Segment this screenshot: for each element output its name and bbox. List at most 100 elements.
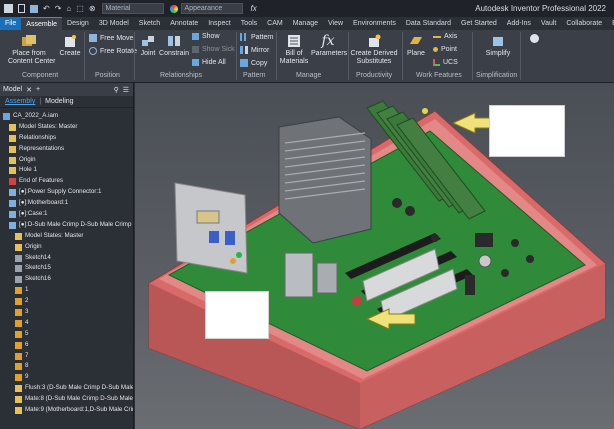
home-icon[interactable]: ⌂	[66, 4, 71, 13]
tree-item[interactable]: 7	[0, 351, 133, 362]
model-tab[interactable]: Model	[3, 86, 22, 93]
tree-item[interactable]: [●]:D-Sub Male Crimp D-Sub Male Crimp 9	[0, 220, 133, 231]
tab-vault[interactable]: Vault	[536, 17, 561, 30]
select-icon[interactable]: ⬚	[76, 4, 84, 13]
tab-file[interactable]: File	[0, 17, 22, 30]
hide-all-button[interactable]: Hide All	[192, 59, 226, 66]
create-derived-substitutes-button[interactable]: Create Derived Substitutes	[350, 34, 398, 66]
tree-item[interactable]: 4	[0, 318, 133, 329]
save-icon[interactable]	[30, 4, 38, 13]
tree-item-icon	[15, 374, 22, 382]
menu-icon[interactable]: ☰	[123, 86, 129, 94]
tree-item[interactable]: Flush:3 (D-Sub Male Crimp D-Sub Male	[0, 383, 133, 394]
point-button[interactable]: Point	[433, 46, 457, 53]
tab-assemble[interactable]: Assemble	[21, 17, 63, 30]
ribbon-options-icon[interactable]	[530, 34, 539, 43]
joint-button[interactable]: Joint	[138, 34, 158, 58]
simplify-button[interactable]: Simplify	[483, 34, 513, 58]
tree-item[interactable]: Sketch14	[0, 253, 133, 264]
tab-ele[interactable]: Ele	[607, 17, 614, 30]
tab-data-standard[interactable]: Data Standard	[401, 17, 456, 30]
tree-item[interactable]: Model States: Master	[0, 122, 133, 133]
ucs-label: UCS	[443, 59, 458, 66]
tree-item-label: 3	[25, 308, 29, 316]
redo-icon[interactable]: ↷	[55, 4, 62, 13]
tree-item[interactable]: [●]:Motherboard:1	[0, 198, 133, 209]
undo-icon[interactable]: ↶	[43, 4, 50, 13]
pattern-button[interactable]: Pattern	[240, 33, 274, 41]
tab-cam[interactable]: CAM	[262, 17, 288, 30]
tree-item[interactable]: 8	[0, 361, 133, 372]
tree-item-label: End of Features	[19, 177, 64, 185]
assembly-subtab[interactable]: Assembly	[5, 98, 35, 105]
modeling-subtab[interactable]: Modeling	[45, 98, 73, 105]
tree-item-label: 8	[25, 362, 29, 370]
tree-item[interactable]: Origin	[0, 155, 133, 166]
mirror-button[interactable]: Mirror	[240, 46, 269, 54]
ucs-button[interactable]: UCS	[433, 59, 458, 66]
graphics-viewport[interactable]	[135, 83, 614, 429]
material-select[interactable]: Material	[101, 3, 164, 14]
show-sick-button[interactable]: Show Sick	[192, 46, 235, 53]
show-button[interactable]: Show	[192, 33, 220, 40]
tab-environments[interactable]: Environments	[348, 17, 401, 30]
tree-item-label: Model States: Master	[25, 231, 84, 239]
bill-of-materials-button[interactable]: Bill of Materials	[279, 34, 309, 66]
position-group-label: Position	[95, 72, 120, 79]
tab-add-ins[interactable]: Add-Ins	[502, 17, 536, 30]
tree-item[interactable]: Relationships	[0, 133, 133, 144]
tab-get-started[interactable]: Get Started	[456, 17, 502, 30]
io-shield	[174, 182, 248, 274]
tree-item[interactable]: 9	[0, 372, 133, 383]
tree-item[interactable]: Origin	[0, 242, 133, 253]
tree-item-icon	[15, 363, 22, 371]
tab-collaborate[interactable]: Collaborate	[561, 17, 607, 30]
search-icon[interactable]: ⚲	[114, 86, 119, 94]
constrain-button[interactable]: Constrain	[159, 34, 189, 58]
cancel-icon[interactable]: ⊗	[89, 4, 96, 13]
tree-item-icon	[15, 276, 22, 284]
app-menu-icon[interactable]	[4, 4, 13, 13]
tree-item[interactable]: Sketch15	[0, 263, 133, 274]
browser-subtabs: Assembly | Modeling	[0, 96, 133, 108]
place-from-content-center-button[interactable]: Place from Content Center	[8, 34, 55, 66]
tree-item[interactable]: Model States: Master	[0, 231, 133, 242]
tree-item[interactable]: 3	[0, 307, 133, 318]
tree-item[interactable]: Hole 1	[0, 165, 133, 176]
tab-inspect[interactable]: Inspect	[203, 17, 236, 30]
tree-item[interactable]: Mate:9 (Motherboard:1,D-Sub Male Crimp	[0, 405, 133, 416]
axis-label: Axis	[444, 33, 458, 40]
tab-sketch[interactable]: Sketch	[134, 17, 165, 30]
fx-icon[interactable]: fx	[251, 4, 257, 13]
tab-manage[interactable]: Manage	[288, 17, 323, 30]
tree-item[interactable]: CA_2022_A.iam	[0, 111, 133, 122]
tree-item[interactable]: [●]:Power Supply Connector:1	[0, 187, 133, 198]
parameters-button[interactable]: fx Parameters	[311, 34, 347, 58]
close-icon[interactable]: ✕	[26, 86, 32, 94]
tree-item[interactable]: 5	[0, 329, 133, 340]
free-move-button[interactable]: Free Move	[89, 34, 133, 42]
free-rotate-button[interactable]: Free Rotate	[89, 47, 137, 55]
tree-item-icon	[15, 308, 22, 316]
tree-item[interactable]: Representations	[0, 144, 133, 155]
tree-item[interactable]: End of Features	[0, 176, 133, 187]
tree-item[interactable]: Mate:8 (D-Sub Male Crimp D-Sub Male C	[0, 394, 133, 405]
tree-item[interactable]: [●]:Case:1	[0, 209, 133, 220]
axis-button[interactable]: Axis	[433, 33, 457, 40]
tab-tools[interactable]: Tools	[236, 17, 262, 30]
tab-view[interactable]: View	[323, 17, 348, 30]
create-component-button[interactable]: Create	[58, 34, 82, 58]
tab-design[interactable]: Design	[62, 17, 94, 30]
tree-item[interactable]: 2	[0, 296, 133, 307]
tree-item[interactable]: 1	[0, 285, 133, 296]
appearance-select[interactable]: Appearance	[180, 3, 243, 14]
copy-button[interactable]: Copy	[240, 59, 267, 67]
new-file-icon[interactable]	[18, 4, 25, 13]
plane-button[interactable]: Plane	[405, 34, 427, 58]
tab-annotate[interactable]: Annotate	[165, 17, 203, 30]
add-tab-icon[interactable]: +	[36, 86, 40, 93]
tab-3d-model[interactable]: 3D Model	[94, 17, 134, 30]
tree-item[interactable]: Sketch16	[0, 274, 133, 285]
tree-item[interactable]: 6	[0, 340, 133, 351]
tree-item-icon	[15, 243, 22, 251]
